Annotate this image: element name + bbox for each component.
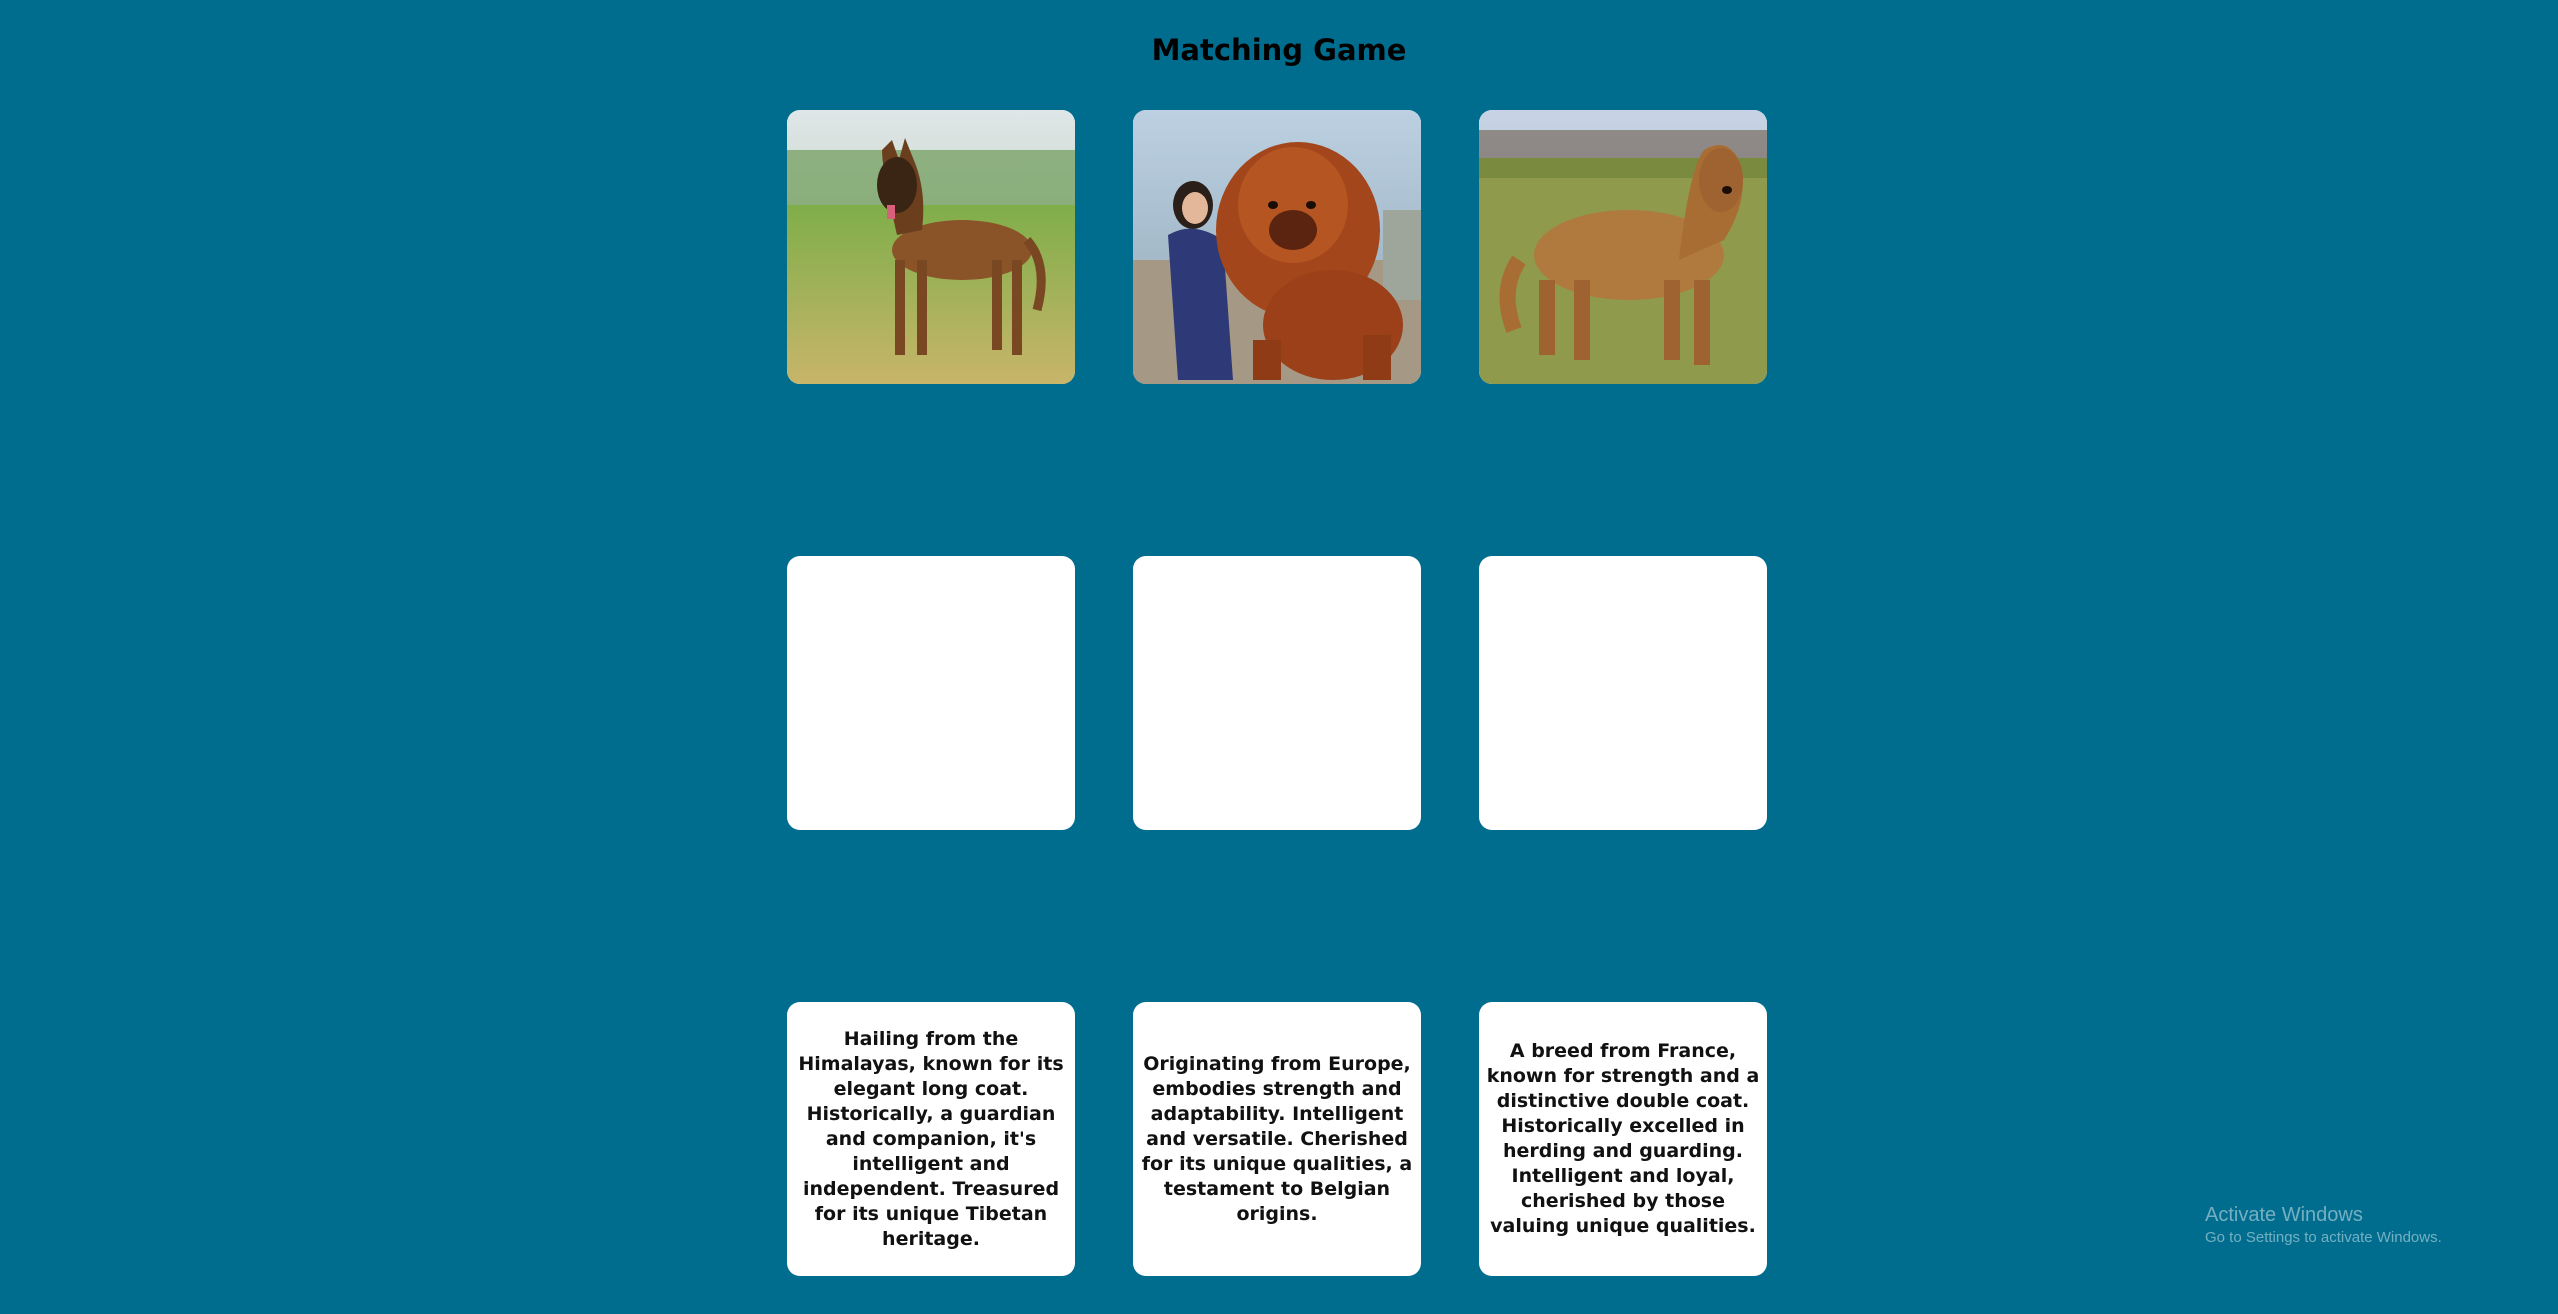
description-text: Originating from Europe, embodies streng… [1141,1052,1413,1225]
matching-game-page: Matching Game Hailing from the Himalayas… [0,0,2558,1314]
belgian-malinois-dog-image [787,110,1075,384]
briard-dog-image [1479,110,1767,384]
image-card-malinois[interactable] [787,110,1075,384]
description-text: Hailing from the Himalayas, known for it… [798,1027,1064,1250]
description-card-2[interactable]: Originating from Europe, embodies streng… [1133,1002,1421,1276]
page-title: Matching Game [1151,33,1407,67]
description-card-1[interactable]: Hailing from the Himalayas, known for it… [787,1002,1075,1276]
watermark-subtitle: Go to Settings to activate Windows. [2205,1229,2442,1246]
watermark-title: Activate Windows [2205,1204,2363,1226]
blank-card-2[interactable] [1133,556,1421,830]
tibetan-mastiff-dog-image [1133,110,1421,384]
image-card-briard[interactable] [1479,110,1767,384]
card-grid: Hailing from the Himalayas, known for it… [787,110,1768,1276]
blank-card-3[interactable] [1479,556,1767,830]
image-card-tibetan-mastiff[interactable] [1133,110,1421,384]
blank-card-1[interactable] [787,556,1075,830]
description-text: A breed from France, known for strength … [1486,1040,1760,1237]
description-card-3[interactable]: A breed from France, known for strength … [1479,1002,1767,1276]
windows-activation-watermark: Activate Windows Go to Settings to activ… [2205,1202,2442,1248]
